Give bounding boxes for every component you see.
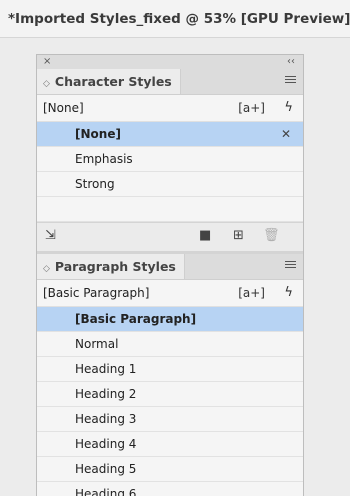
tab-label: Paragraph Styles — [54, 259, 176, 274]
list-item[interactable]: Heading 4 — [37, 432, 303, 457]
quick-apply-icon[interactable]: ϟ — [284, 280, 293, 306]
panel-menu-icon[interactable] — [285, 76, 296, 85]
close-icon[interactable]: × — [43, 55, 51, 69]
list-item[interactable]: Strong — [37, 172, 303, 197]
paragraph-default-style-row[interactable]: [Basic Paragraph] [a+] ϟ — [37, 280, 303, 307]
style-name: Heading 4 — [75, 437, 137, 451]
empty-list-area — [37, 197, 303, 222]
character-styles-tabbar: ◇ Character Styles — [37, 69, 303, 95]
new-style-icon[interactable]: ⊞ — [233, 228, 244, 243]
new-style-group-icon[interactable]: [a+] — [238, 95, 265, 121]
tab-character-styles[interactable]: ◇ Character Styles — [37, 69, 181, 94]
style-name: Heading 1 — [75, 362, 137, 376]
style-name: Heading 5 — [75, 462, 137, 476]
list-item[interactable]: Normal — [37, 332, 303, 357]
no-edit-icon: ✕ — [280, 127, 291, 141]
document-title: *Imported Styles_fixed @ 53% [GPU Previe… — [0, 0, 350, 38]
style-name: [Basic Paragraph] — [75, 312, 197, 326]
tab-toggle-icon[interactable]: ◇ — [43, 264, 50, 274]
style-name: Emphasis — [75, 152, 133, 166]
character-styles-footer: ⇲ ■ ⊞ 🗑 — [37, 222, 303, 251]
default-style-label: [Basic Paragraph] — [43, 286, 150, 300]
list-item[interactable]: Heading 1 — [37, 357, 303, 382]
load-styles-icon[interactable]: ⇲ — [45, 228, 56, 243]
tab-label: Character Styles — [54, 74, 172, 89]
list-item[interactable]: [None] ✕ — [37, 122, 303, 147]
list-item[interactable]: Emphasis — [37, 147, 303, 172]
styles-panel: × ‹‹ ◇ Character Styles [None] [a+] ϟ [No… — [36, 54, 304, 496]
list-item[interactable]: Heading 6 — [37, 482, 303, 496]
list-item[interactable]: Heading 3 — [37, 407, 303, 432]
style-name: Normal — [75, 337, 119, 351]
style-name: Heading 2 — [75, 387, 137, 401]
folder-icon[interactable]: ■ — [199, 228, 211, 243]
new-style-group-icon[interactable]: [a+] — [238, 280, 265, 306]
panel-title-bar[interactable]: × ‹‹ — [37, 55, 303, 69]
character-default-style-row[interactable]: [None] [a+] ϟ — [37, 95, 303, 122]
style-name: Strong — [75, 177, 115, 191]
list-item[interactable]: Heading 5 — [37, 457, 303, 482]
quick-apply-icon[interactable]: ϟ — [284, 95, 293, 121]
list-item[interactable]: Heading 2 — [37, 382, 303, 407]
tab-toggle-icon[interactable]: ◇ — [43, 79, 50, 89]
default-style-label: [None] — [43, 101, 84, 115]
style-name: [None] — [75, 127, 121, 141]
panel-menu-icon[interactable] — [285, 261, 296, 270]
style-name: Heading 3 — [75, 412, 137, 426]
trash-icon[interactable]: 🗑 — [263, 228, 280, 243]
paragraph-styles-tabbar: ◇ Paragraph Styles — [37, 254, 303, 280]
tab-paragraph-styles[interactable]: ◇ Paragraph Styles — [37, 254, 185, 279]
style-name: Heading 6 — [75, 487, 137, 496]
collapse-icon[interactable]: ‹‹ — [287, 55, 295, 69]
list-item[interactable]: [Basic Paragraph] — [37, 307, 303, 332]
